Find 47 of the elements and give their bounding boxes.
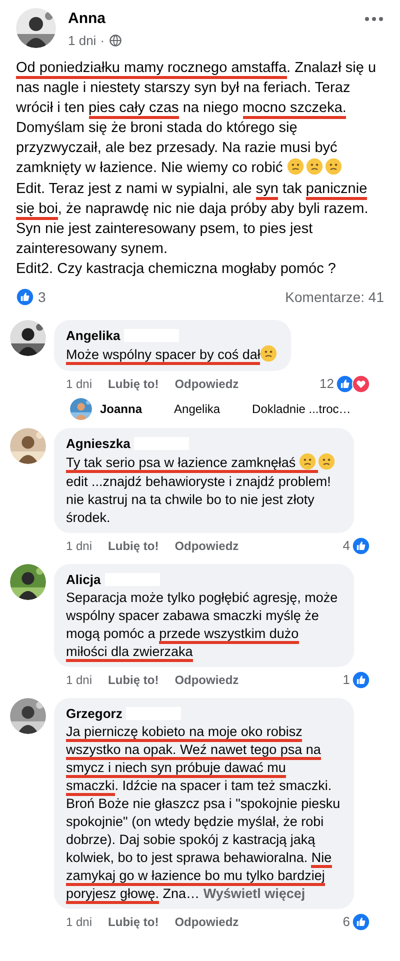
post-text: Od poniedziałku mamy rocznego amstaffa. Znalazł się u nas nagle i niestety starszy syn był na feriach. Teraz wrócił i ten pies cały czas na niego mocno szczeka. Domyślam się że broni stada do którego się przyzwyczaił, ale bez przesady. Na razie musi być zamknięty w łazience. Nie wiemy co robić Edit. Teraz jest z nami w sypialni, ale syn tak panicznie się boi, że naprawdę nic nie daja próby aby byli razem. Syn nie jest zainteresowany psem, to pies jest zainteresowany synem. Edit2. Czy kastracja chemiczna mogłaby pomóc ? [15,59,378,278]
reaction-count[interactable]: 1 [342,670,350,690]
like-link[interactable]: Lubię to! [108,912,159,931]
like-icon [352,912,370,931]
like-link[interactable]: Lubię to! [108,670,159,689]
reply-author[interactable]: Joanna [100,400,142,418]
comment-time: 1 dni [66,914,92,931]
emoji-icon [324,158,342,175]
like-link[interactable]: Lubię to! [108,536,159,555]
emoji-icon [260,345,278,362]
reaction-count[interactable]: 12 [320,374,334,394]
reaction-count[interactable]: 6 [342,912,350,932]
commenter-name[interactable]: Agnieszka [66,434,130,453]
comment-text: Ja pierniczę kobieto na moje oko robisz wszystko na opak. Weź nawet tego psa na smycz i niech syn próbuje dawać mu smaczki. Idźcie na spacer i tam też smaczki. Broń Boże nie głaszcz psa i "spokojnie piesku spokojnie" (on wtedy będzie myślał, że robi dobrze). Daj sobie spokój z kastracją jaką kolwiek, bo to jest sprawa behawioralna. Nie zamykaj go w łazience bo mu tylko bardziej poryjesz głowę. Zna… Wyświetl więcej [66,723,342,903]
like-icon [352,536,370,555]
emoji-icon [299,453,316,470]
comment-time: 1 dni [66,538,92,555]
comment-time: 1 dni [66,672,92,689]
reply-link[interactable]: Odpowiedz [174,670,239,689]
like-icon [336,374,354,393]
globe-icon [108,34,122,47]
like-count[interactable]: 3 [38,286,46,308]
comment-text: Separacja może tylko pogłębić agresję, może wspólny spacer zabawa smaczki myślę że mogą pomóc a przede wszystkim dużo miłości dla zwierzaka [66,589,342,661]
emoji-icon [286,158,304,175]
reply-preview[interactable]: Dokladnie ...troc… [252,400,351,418]
reply-link[interactable]: Odpowiedz [174,374,239,393]
comment-text: Może wspólny spacer by coś dał [66,345,280,365]
comment-time: 1 dni [66,376,92,393]
post-time: 1 dni [68,32,96,50]
commenter-name[interactable]: Alicja [66,570,101,589]
reaction-count[interactable]: 4 [342,536,350,556]
commenter-name[interactable]: Angelika [66,326,120,345]
reply-link[interactable]: Odpowiedz [174,536,239,555]
like-link[interactable]: Lubię to! [108,374,159,393]
more-options-icon[interactable] [364,16,384,22]
comment-text: Ty tak serio psa w łazience zamknęłaś edit ...znajdź behawioryste i znajdź problem! nie kastruj na ta chwile bo to nie jest złoty środek. [66,453,342,527]
commenter-name[interactable]: Grzegorz [66,704,122,723]
like-icon [352,670,370,689]
see-more-link[interactable]: Wyświetl więcej [203,886,306,901]
reply-link[interactable]: Odpowiedz [174,912,239,931]
emoji-icon [306,158,323,175]
emoji-icon [318,453,336,470]
author-name[interactable]: Anna [68,8,356,30]
reply-mention[interactable]: Angelika [174,400,220,418]
comment-count[interactable]: Komentarze: 41 [285,286,384,308]
separator-dot: · [100,32,105,50]
like-icon [16,288,34,306]
